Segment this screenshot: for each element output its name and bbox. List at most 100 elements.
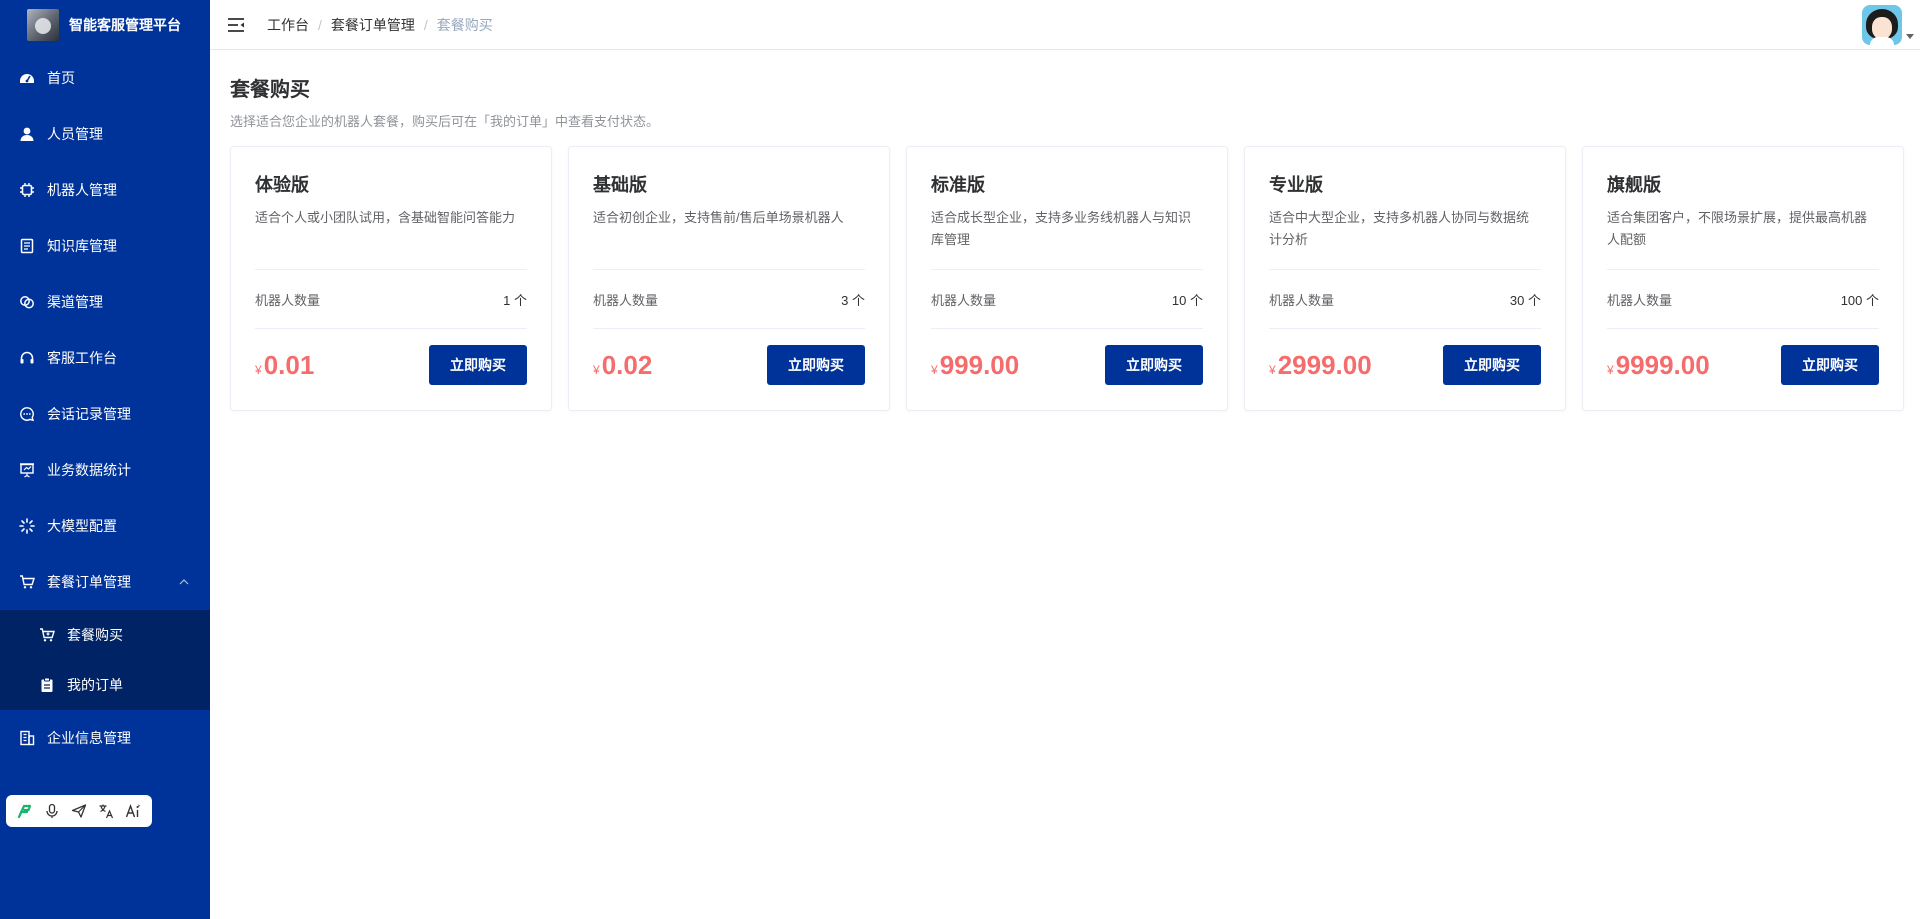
plan-card: 体验版 适合个人或小团队试用，含基础智能问答能力 机器人数量 1 个 ¥ 0.0… (230, 146, 552, 411)
sidebar-subitem-my-orders[interactable]: 我的订单 (0, 660, 210, 710)
plan-quota-row: 机器人数量 10 个 (931, 269, 1203, 329)
price-amount: 2999.00 (1277, 349, 1372, 380)
sidebar-item-label: 知识库管理 (47, 238, 117, 254)
plan-quota-row: 机器人数量 30 个 (1269, 269, 1541, 329)
plan-footer: ¥ 0.01 立即购买 (255, 329, 527, 401)
sidebar-item-sessions[interactable]: 会话记录管理 (0, 386, 210, 442)
plugin-logo-icon[interactable] (16, 802, 34, 820)
translate-icon[interactable] (97, 802, 115, 820)
sidebar-item-statistics[interactable]: 业务数据统计 (0, 442, 210, 498)
plan-name: 专业版 (1269, 175, 1323, 195)
breadcrumb-item-workbench[interactable]: 工作台 (267, 15, 309, 35)
clipboard-icon (39, 677, 55, 693)
building-icon (19, 730, 35, 746)
price-amount: 0.01 (263, 349, 315, 380)
brand[interactable]: 智能客服管理平台 (0, 0, 210, 50)
breadcrumb-item-current: 套餐购买 (436, 16, 493, 33)
plan-footer: ¥ 0.02 立即购买 (593, 329, 865, 401)
buy-now-button[interactable]: 立即购买 (1781, 345, 1879, 385)
sidebar-subitem-purchase[interactable]: 套餐购买 (0, 610, 210, 660)
plan-description: 适合初创企业，支持售前/售后单场景机器人 (593, 210, 844, 225)
sidebar-item-label: 套餐订单管理 (47, 574, 131, 590)
menu-fold-icon[interactable] (227, 16, 245, 34)
send-icon[interactable] (70, 802, 88, 820)
sidebar-item-llm-config[interactable]: 大模型配置 (0, 498, 210, 554)
page-description: 选择适合您企业的机器人套餐，购买后可在「我的订单」中查看支付状态。 (230, 114, 660, 129)
page-title: 套餐购买 (230, 79, 310, 101)
sidebar-item-label: 我的订单 (67, 677, 123, 693)
plan-card: 旗舰版 适合集团客户，不限场景扩展，提供最高机器人配额 机器人数量 100 个 … (1582, 146, 1904, 411)
breadcrumb: 工作台 / 套餐订单管理 / 套餐购买 (267, 15, 493, 35)
plan-quota-row: 机器人数量 100 个 (1607, 269, 1879, 329)
loading-icon (19, 518, 35, 534)
sidebar-item-knowledge[interactable]: 知识库管理 (0, 218, 210, 274)
price-amount: 9999.00 (1615, 349, 1710, 380)
plan-quota-value: 1 个 (503, 292, 527, 308)
buy-now-button[interactable]: 立即购买 (767, 345, 865, 385)
brand-title: 智能客服管理平台 (69, 17, 181, 33)
ai-icon[interactable] (124, 802, 142, 820)
floating-toolbar (6, 795, 152, 827)
cart-icon (19, 574, 35, 590)
sidebar-item-orders[interactable]: 套餐订单管理 (0, 554, 210, 610)
plan-name: 旗舰版 (1607, 175, 1661, 195)
plan-name: 基础版 (593, 175, 647, 195)
sidebar-item-label: 首页 (47, 70, 75, 86)
plan-name: 标准版 (931, 175, 985, 195)
sidebar-item-label: 业务数据统计 (47, 462, 131, 478)
sidebar-item-label: 会话记录管理 (47, 406, 131, 422)
page-content: 套餐购买 选择适合您企业的机器人套餐，购买后可在「我的订单」中查看支付状态。 体… (210, 50, 1920, 431)
buy-now-button[interactable]: 立即购买 (1443, 345, 1541, 385)
caret-down-icon (1906, 33, 1914, 39)
submenu-orders: 套餐购买 我的订单 (0, 610, 210, 710)
dashboard-icon (19, 70, 35, 86)
plan-card: 标准版 适合成长型企业，支持多业务线机器人与知识库管理 机器人数量 10 个 ¥… (906, 146, 1228, 411)
chip-icon (19, 182, 35, 198)
sidebar-item-workbench[interactable]: 客服工作台 (0, 330, 210, 386)
microphone-icon[interactable] (43, 802, 61, 820)
breadcrumb-separator: / (318, 16, 322, 33)
sidebar-item-staff[interactable]: 人员管理 (0, 106, 210, 162)
plan-price: ¥ 0.01 (255, 350, 314, 381)
sidebar-item-channels[interactable]: 渠道管理 (0, 274, 210, 330)
sidebar-item-home[interactable]: 首页 (0, 50, 210, 106)
main-area: 工作台 / 套餐订单管理 / 套餐购买 套餐购买 选择适合您企业的机器人套餐，购… (210, 0, 1920, 919)
cart-icon (39, 627, 55, 643)
plan-price: ¥ 9999.00 (1607, 350, 1710, 381)
plan-card: 专业版 适合中大型企业，支持多机器人协同与数据统计分析 机器人数量 30 个 ¥… (1244, 146, 1566, 411)
sidebar-item-label: 大模型配置 (47, 518, 117, 534)
plan-quota-value: 3 个 (841, 292, 865, 308)
buy-now-button[interactable]: 立即购买 (1105, 345, 1203, 385)
plan-price: ¥ 2999.00 (1269, 350, 1372, 381)
sidebar-item-label: 人员管理 (47, 126, 103, 142)
user-menu[interactable] (1862, 5, 1914, 45)
sidebar-item-label: 企业信息管理 (47, 730, 131, 746)
user-icon (19, 126, 35, 142)
plan-quota-label: 机器人数量 (1269, 292, 1335, 308)
plan-quota-label: 机器人数量 (931, 292, 997, 308)
plan-quota-row: 机器人数量 1 个 (255, 269, 527, 329)
currency-symbol: ¥ (1607, 362, 1614, 377)
sidebar-item-robots[interactable]: 机器人管理 (0, 162, 210, 218)
plan-quota-value: 100 个 (1840, 292, 1879, 308)
breadcrumb-separator: / (423, 16, 428, 33)
price-amount: 0.02 (601, 349, 653, 380)
chevron-up-icon (179, 579, 189, 585)
currency-symbol: ¥ (1269, 362, 1276, 377)
sidebar-item-label: 客服工作台 (47, 350, 117, 366)
plan-quota-value: 10 个 (1171, 292, 1203, 308)
link-icon (19, 294, 35, 310)
plan-quota-label: 机器人数量 (593, 292, 659, 308)
top-header: 工作台 / 套餐订单管理 / 套餐购买 (210, 0, 1920, 50)
plan-description: 适合成长型企业，支持多业务线机器人与知识库管理 (931, 210, 1192, 247)
avatar[interactable] (1862, 5, 1902, 45)
plan-description: 适合个人或小团队试用，含基础智能问答能力 (255, 210, 516, 225)
currency-symbol: ¥ (593, 362, 600, 377)
currency-symbol: ¥ (255, 362, 262, 377)
sidebar-item-enterprise[interactable]: 企业信息管理 (0, 710, 210, 766)
brand-logo (27, 9, 59, 41)
plan-quota-row: 机器人数量 3 个 (593, 269, 865, 329)
breadcrumb-item-order-management[interactable]: 套餐订单管理 (331, 15, 415, 35)
buy-now-button[interactable]: 立即购买 (429, 345, 527, 385)
sidebar-item-label: 套餐购买 (67, 627, 123, 643)
